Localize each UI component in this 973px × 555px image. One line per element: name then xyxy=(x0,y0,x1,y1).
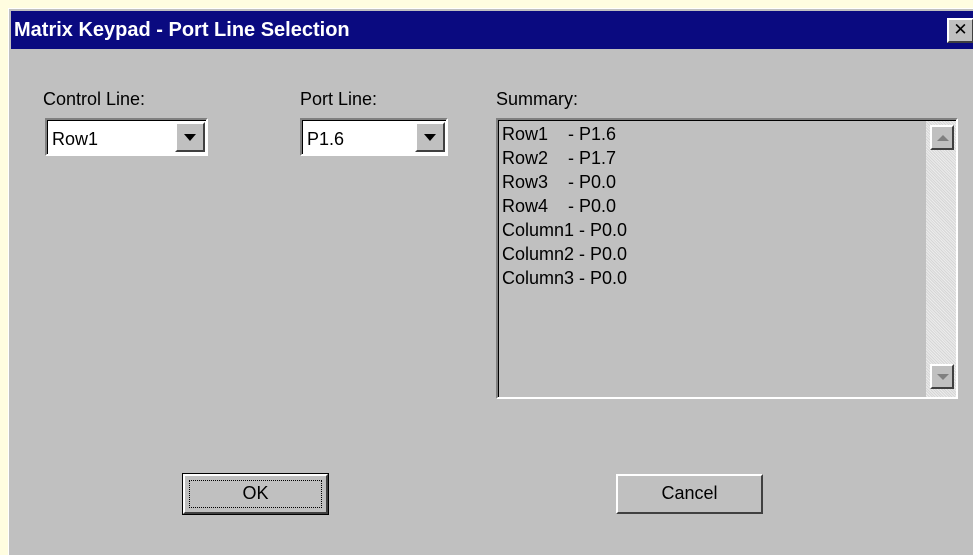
scroll-down-button[interactable] xyxy=(930,364,954,389)
scroll-up-button[interactable] xyxy=(930,125,954,150)
control-line-dropdown[interactable]: Row1 xyxy=(45,118,208,156)
list-item: Column2 - P0.0 xyxy=(502,244,628,264)
port-line-value: P1.6 xyxy=(307,129,345,149)
port-line-dropdown-button[interactable] xyxy=(415,122,445,152)
cancel-button-label: Cancel xyxy=(661,483,718,503)
summary-listbox[interactable]: Row1 - P1.6 Row2 - P1.7 Row3 - P0.0 Row4… xyxy=(496,118,958,399)
list-item: Column1 - P0.0 xyxy=(502,220,628,240)
chevron-down-icon xyxy=(184,134,196,141)
chevron-down-icon xyxy=(424,134,436,141)
port-line-dropdown[interactable]: P1.6 xyxy=(300,118,448,156)
title-bar: Matrix Keypad - Port Line Selection ✕ xyxy=(11,11,973,49)
dialog-window: Matrix Keypad - Port Line Selection ✕ Co… xyxy=(8,8,973,555)
control-line-dropdown-button[interactable] xyxy=(175,122,205,152)
port-line-label: Port Line: xyxy=(300,89,378,109)
list-item: Row1 - P1.6 xyxy=(502,124,617,144)
ok-button-label: OK xyxy=(242,483,269,503)
summary-list: Row1 - P1.6 Row2 - P1.7 Row3 - P0.0 Row4… xyxy=(502,122,627,290)
control-line-label: Control Line: xyxy=(43,89,146,109)
window-title: Matrix Keypad - Port Line Selection xyxy=(14,19,350,41)
summary-label: Summary: xyxy=(496,89,579,109)
cancel-button[interactable]: Cancel xyxy=(616,474,763,514)
list-item: Row3 - P0.0 xyxy=(502,172,617,192)
close-icon: ✕ xyxy=(953,20,968,40)
list-item: Row2 - P1.7 xyxy=(502,148,617,168)
arrow-up-icon xyxy=(937,135,949,141)
list-item: Row4 - P0.0 xyxy=(502,196,617,216)
close-button[interactable]: ✕ xyxy=(947,18,973,43)
list-item: Column3 - P0.0 xyxy=(502,268,628,288)
vertical-scrollbar[interactable] xyxy=(926,121,956,397)
ok-button[interactable]: OK xyxy=(182,473,329,515)
control-line-value: Row1 xyxy=(52,129,99,149)
arrow-down-icon xyxy=(937,374,949,380)
